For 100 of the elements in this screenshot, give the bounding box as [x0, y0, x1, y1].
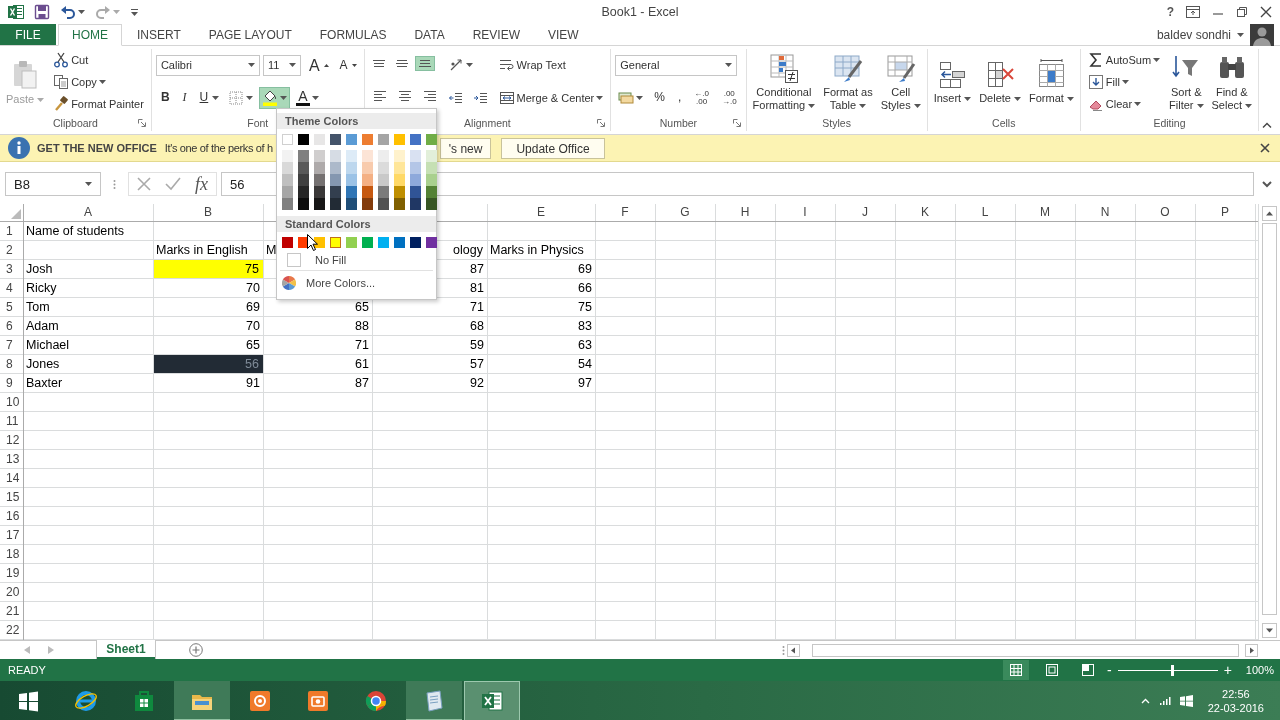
- color-swatch[interactable]: [410, 186, 421, 198]
- row-header[interactable]: 13: [0, 450, 24, 469]
- color-swatch[interactable]: [378, 150, 389, 162]
- row-header[interactable]: 3: [0, 260, 24, 279]
- insert-function-button[interactable]: fx: [195, 173, 208, 195]
- row-header[interactable]: 15: [0, 488, 24, 507]
- ribbon-button[interactable]: Find & Select: [1209, 49, 1255, 115]
- row-header[interactable]: 16: [0, 507, 24, 526]
- color-swatch[interactable]: [282, 174, 293, 186]
- italic-button[interactable]: I: [177, 87, 192, 108]
- row-header[interactable]: 4: [0, 279, 24, 298]
- color-swatch[interactable]: [298, 134, 309, 145]
- row-header[interactable]: 1: [0, 222, 24, 241]
- font-color-button[interactable]: A: [293, 86, 322, 109]
- color-swatch[interactable]: [346, 186, 357, 198]
- column-header[interactable]: J: [836, 204, 896, 222]
- undo-icon[interactable]: [60, 4, 76, 20]
- taskbar-button[interactable]: [464, 681, 520, 720]
- color-swatch[interactable]: [314, 186, 325, 198]
- dropdown-field[interactable]: Calibri: [155, 54, 260, 76]
- color-swatch[interactable]: [330, 237, 341, 248]
- row-header[interactable]: 8: [0, 355, 24, 374]
- ribbon-tab[interactable]: REVIEW: [459, 24, 533, 45]
- scroll-left-icon[interactable]: [787, 643, 800, 657]
- color-swatch[interactable]: [346, 237, 357, 248]
- color-swatch[interactable]: [298, 174, 309, 186]
- color-swatch[interactable]: [410, 134, 421, 145]
- row-header[interactable]: 19: [0, 564, 24, 583]
- ribbon-button[interactable]: Conditional Formatting: [750, 49, 818, 115]
- restore-icon[interactable]: [1236, 6, 1248, 18]
- color-swatch[interactable]: [330, 186, 341, 198]
- column-header[interactable]: E: [488, 204, 596, 222]
- color-swatch[interactable]: [314, 174, 325, 186]
- column-header[interactable]: H: [716, 204, 776, 222]
- color-swatch[interactable]: [330, 134, 341, 145]
- zoom-out-button[interactable]: -: [1107, 664, 1112, 676]
- zoom-level[interactable]: 100%: [1245, 664, 1274, 676]
- zoom-slider-thumb[interactable]: [1170, 664, 1174, 676]
- row-header[interactable]: 7: [0, 336, 24, 355]
- color-swatch[interactable]: [330, 198, 341, 210]
- color-swatch[interactable]: [298, 186, 309, 198]
- row-header[interactable]: 17: [0, 526, 24, 545]
- no-fill-swatch[interactable]: [287, 253, 301, 267]
- ribbon-display-options-icon[interactable]: [1186, 6, 1200, 18]
- row-header[interactable]: 5: [0, 298, 24, 317]
- close-icon[interactable]: [1260, 143, 1270, 153]
- ribbon-button[interactable]: Merge & Center: [495, 86, 607, 109]
- ribbon-button[interactable]: Cell Styles: [878, 49, 923, 115]
- decrease-decimal-button[interactable]: .00 →.0: [716, 86, 742, 109]
- view-button[interactable]: [1003, 660, 1029, 680]
- column-header[interactable]: L: [956, 204, 1016, 222]
- color-swatch[interactable]: [362, 237, 373, 248]
- expand-icon[interactable]: [1262, 180, 1272, 188]
- ribbon-tab[interactable]: VIEW: [535, 24, 592, 45]
- notification-button[interactable]: 's new: [439, 137, 492, 159]
- color-swatch[interactable]: [426, 162, 437, 174]
- dialog-launcher-icon[interactable]: [732, 119, 741, 127]
- dropdown-field[interactable]: 11: [262, 54, 301, 76]
- select-all-icon[interactable]: [11, 209, 21, 219]
- customize-icon[interactable]: [130, 7, 139, 17]
- color-swatch[interactable]: [282, 237, 293, 248]
- scroll-right-icon[interactable]: [1245, 643, 1258, 657]
- ribbon-tab[interactable]: INSERT: [124, 24, 194, 45]
- previous-sheet-icon[interactable]: [24, 646, 30, 654]
- clock[interactable]: 22:56 22-03-2016: [1207, 687, 1264, 715]
- dialog-launcher-icon[interactable]: [597, 119, 606, 127]
- color-swatch[interactable]: [410, 237, 421, 248]
- color-swatch[interactable]: [314, 198, 325, 210]
- increase-decimal-button[interactable]: ←.0 .00: [689, 86, 714, 109]
- ribbon-tab[interactable]: PAGE LAYOUT: [195, 24, 305, 45]
- color-swatch[interactable]: [362, 150, 373, 162]
- color-swatch[interactable]: [378, 237, 389, 248]
- color-swatch[interactable]: [394, 134, 405, 145]
- ribbon-button[interactable]: Wrap Text: [495, 54, 569, 77]
- zoom-in-button[interactable]: +: [1223, 664, 1232, 676]
- ribbon-button[interactable]: AutoSum: [1084, 49, 1164, 71]
- color-swatch[interactable]: [282, 162, 293, 174]
- color-swatch[interactable]: [362, 134, 373, 145]
- color-swatch[interactable]: [346, 174, 357, 186]
- color-swatch[interactable]: [362, 162, 373, 174]
- next-sheet-icon[interactable]: [48, 646, 54, 654]
- color-swatch[interactable]: [282, 186, 293, 198]
- ribbon-button[interactable]: Sort & Filter: [1167, 49, 1206, 115]
- color-swatch[interactable]: [378, 162, 389, 174]
- color-swatch[interactable]: [362, 174, 373, 186]
- color-swatch[interactable]: [410, 162, 421, 174]
- row-header[interactable]: 20: [0, 583, 24, 602]
- ribbon-button[interactable]: Format as Table: [821, 49, 875, 115]
- color-swatch[interactable]: [394, 162, 405, 174]
- name-box[interactable]: B8: [5, 172, 101, 196]
- ribbon-button[interactable]: Insert: [931, 55, 974, 108]
- ribbon-button[interactable]: Format Painter: [50, 93, 147, 115]
- color-swatch[interactable]: [330, 174, 341, 186]
- color-swatch[interactable]: [346, 150, 357, 162]
- color-swatch[interactable]: [378, 186, 389, 198]
- column-header[interactable]: K: [896, 204, 956, 222]
- color-swatch[interactable]: [346, 134, 357, 145]
- ribbon-button[interactable]: Delete: [977, 55, 1023, 108]
- color-swatch[interactable]: [346, 162, 357, 174]
- color-swatch[interactable]: [298, 162, 309, 174]
